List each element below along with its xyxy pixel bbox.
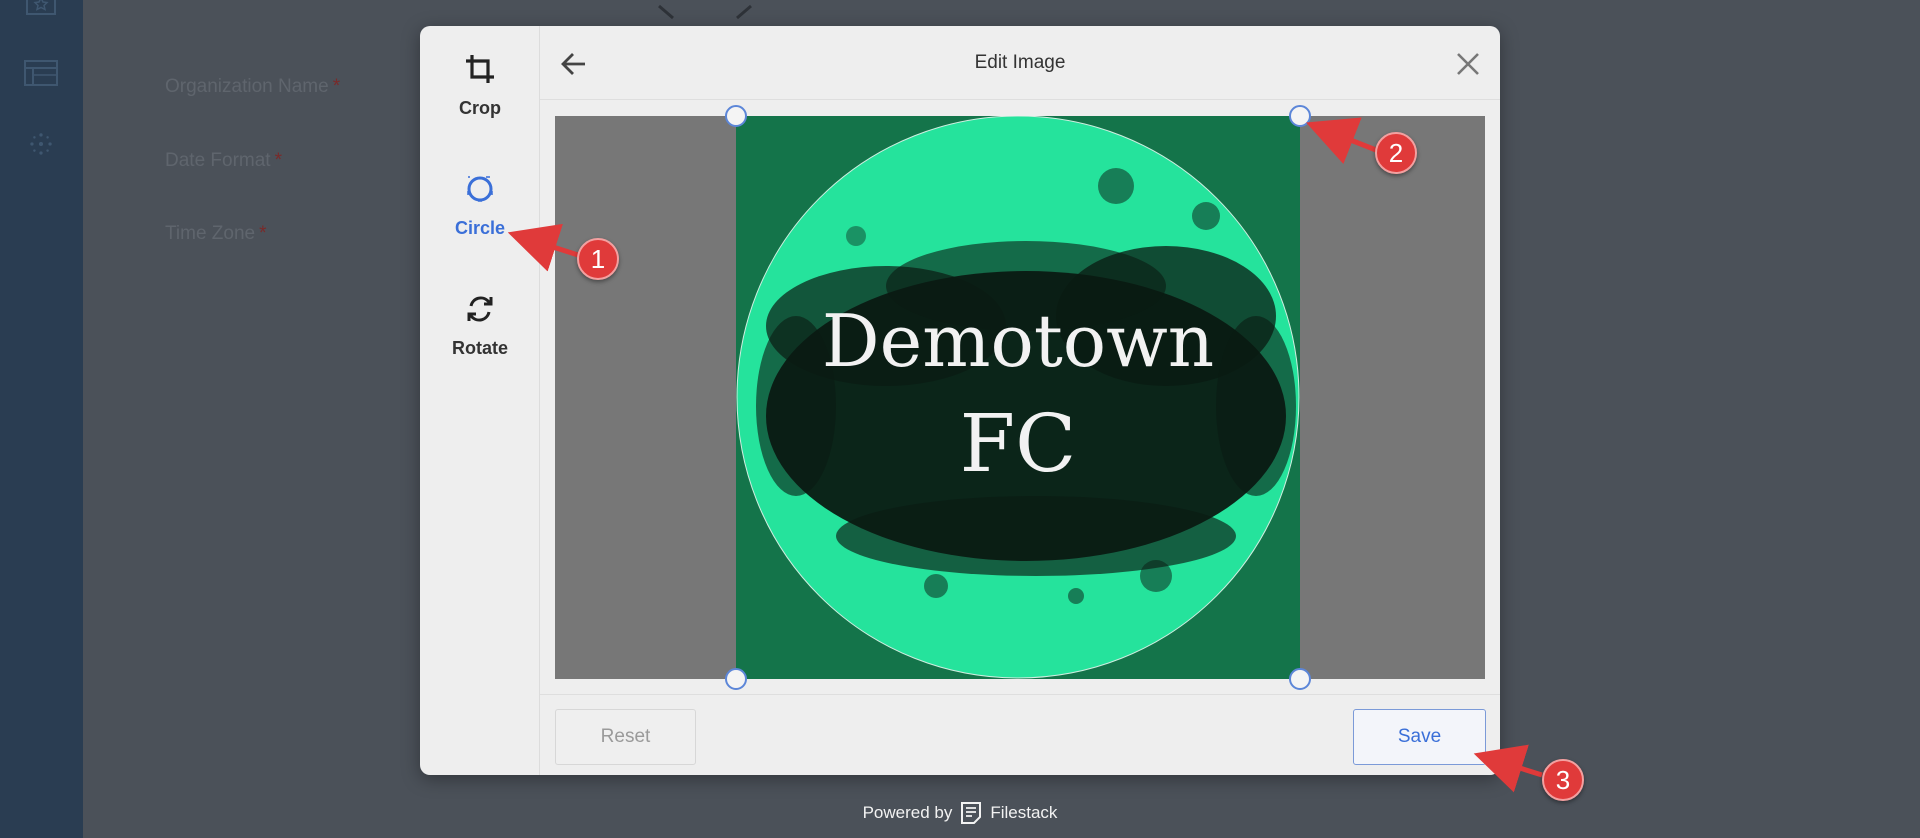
star-card-icon[interactable] (24, 0, 58, 18)
image-canvas: Demotown FC (555, 105, 1485, 690)
annotation-badge-2: 2 (1375, 132, 1417, 174)
resize-handle-bottom-right[interactable] (1289, 668, 1311, 690)
app-sidebar (0, 0, 83, 838)
rotate-icon (467, 296, 493, 322)
rotate-tool-button[interactable]: Rotate (420, 292, 540, 392)
logo-image: Demotown FC (736, 116, 1300, 679)
annotation-badge-1: 1 (577, 238, 619, 280)
annotation-badge-3: 3 (1542, 759, 1584, 801)
sparkle-icon[interactable] (24, 130, 58, 158)
edit-image-modal: Crop Circle Rotate Edit Image Demotown F… (420, 26, 1500, 775)
modal-title: Edit Image (974, 52, 1066, 73)
modal-footer: Reset Save (540, 694, 1500, 775)
filestack-logo-icon (961, 802, 982, 824)
close-icon (1457, 53, 1479, 75)
reset-button[interactable]: Reset (555, 709, 696, 765)
crop-icon (466, 55, 494, 83)
logo-text-line2: FC (960, 397, 1077, 490)
date-format-label: Date Format * (165, 150, 282, 171)
loading-spinner-icon (658, 4, 752, 20)
crop-tool-button[interactable]: Crop (420, 52, 540, 152)
circle-crop-icon (467, 176, 493, 202)
close-button[interactable] (1454, 50, 1482, 78)
logo-text-line1: Demotown (822, 299, 1214, 383)
powered-by-footer: Powered by Filestack (0, 801, 1920, 825)
resize-handle-bottom-left[interactable] (725, 668, 747, 690)
table-icon[interactable] (24, 59, 58, 87)
organization-name-label: Organization Name * (165, 76, 341, 97)
time-zone-label: Time Zone * (165, 223, 267, 244)
powered-by-text: Powered by (862, 803, 953, 822)
modal-header: Edit Image (540, 26, 1500, 100)
resize-handle-top-left[interactable] (725, 105, 747, 127)
circle-crop-area[interactable]: Demotown FC (736, 116, 1300, 679)
rotate-tool-label: Rotate (451, 338, 508, 358)
filestack-brand-text[interactable]: Filestack (990, 803, 1057, 823)
save-button[interactable]: Save (1353, 709, 1486, 765)
circle-tool-label: Circle (454, 218, 506, 238)
resize-handle-top-right[interactable] (1289, 105, 1311, 127)
tool-rail: Crop Circle Rotate (420, 26, 540, 775)
crop-tool-label: Crop (459, 98, 501, 118)
circle-tool-button[interactable]: Circle (420, 172, 540, 272)
